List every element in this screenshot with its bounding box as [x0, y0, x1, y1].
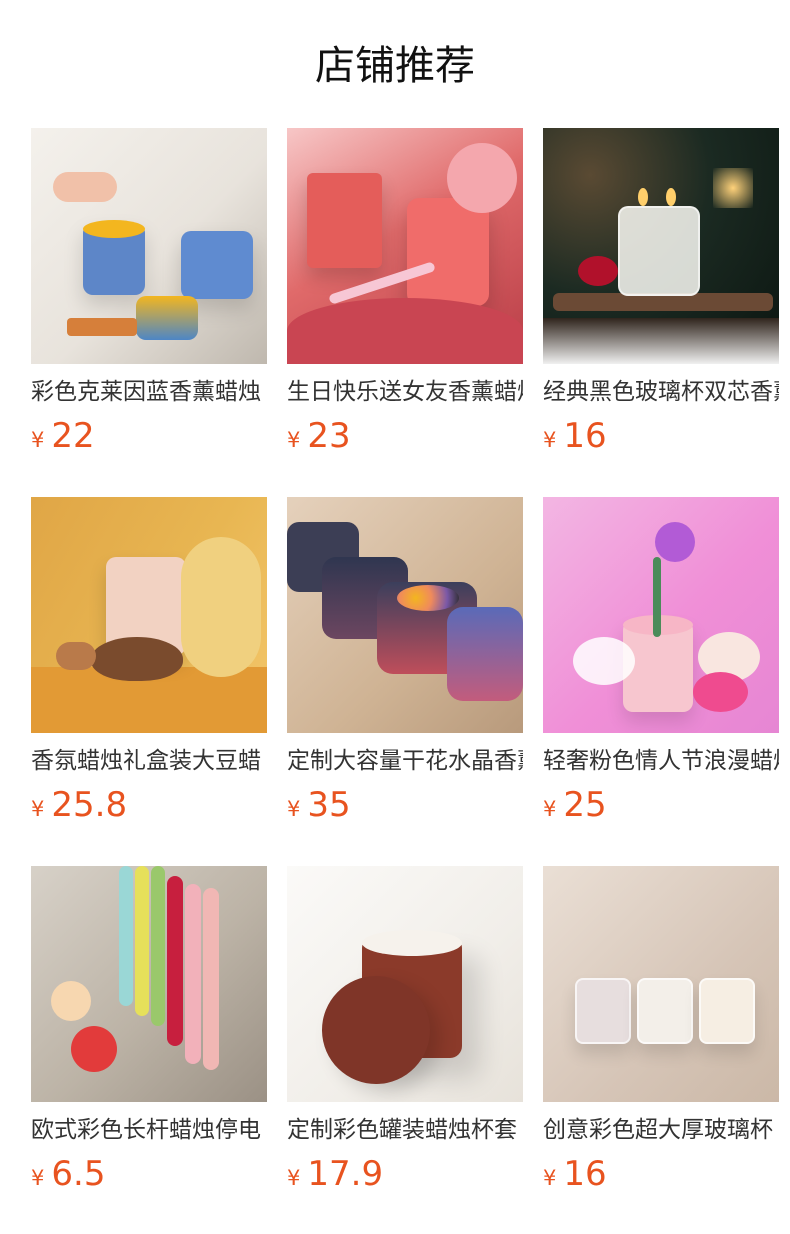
product-image[interactable] [287, 866, 523, 1102]
currency-symbol: ¥ [31, 428, 45, 452]
currency-symbol: ¥ [287, 428, 301, 452]
product-card[interactable]: 经典黑色玻璃杯双芯香薰 ¥16 [543, 128, 779, 456]
page-title: 店铺推荐 [315, 43, 475, 89]
product-price: ¥22 [31, 416, 95, 456]
product-name[interactable]: 经典黑色玻璃杯双芯香薰 [543, 376, 779, 408]
product-image[interactable] [31, 128, 267, 364]
currency-symbol: ¥ [543, 428, 557, 452]
product-price: ¥6.5 [31, 1154, 105, 1194]
product-image[interactable] [31, 497, 267, 733]
currency-symbol: ¥ [31, 797, 45, 821]
product-name[interactable]: 彩色克莱因蓝香薰蜡烛 [31, 376, 267, 408]
price-amount: 16 [563, 1154, 607, 1194]
price-amount: 25 [563, 785, 607, 825]
product-card[interactable]: 香氛蜡烛礼盒装大豆蜡 ¥25.8 [31, 497, 267, 825]
product-name[interactable]: 欧式彩色长杆蜡烛停电 [31, 1114, 267, 1146]
product-card[interactable]: 定制彩色罐装蜡烛杯套 ¥17.9 [287, 866, 523, 1194]
product-card[interactable]: 轻奢粉色情人节浪漫蜡烛 ¥25 [543, 497, 779, 825]
currency-symbol: ¥ [287, 1166, 301, 1190]
product-price: ¥25.8 [31, 785, 127, 825]
product-name[interactable]: 定制彩色罐装蜡烛杯套 [287, 1114, 523, 1146]
product-card[interactable]: 欧式彩色长杆蜡烛停电 ¥6.5 [31, 866, 267, 1194]
product-grid: 彩色克莱因蓝香薰蜡烛 ¥22 生日快乐送女友香薰蜡烛 ¥23 经典黑色玻璃杯双芯… [31, 128, 779, 1194]
product-price: ¥23 [287, 416, 351, 456]
product-name[interactable]: 轻奢粉色情人节浪漫蜡烛 [543, 745, 779, 777]
price-amount: 35 [307, 785, 351, 825]
product-price: ¥25 [543, 785, 607, 825]
price-amount: 6.5 [51, 1154, 106, 1194]
product-card[interactable]: 彩色克莱因蓝香薰蜡烛 ¥22 [31, 128, 267, 456]
product-price: ¥16 [543, 1154, 607, 1194]
product-name[interactable]: 定制大容量干花水晶香薰 [287, 745, 523, 777]
currency-symbol: ¥ [31, 1166, 45, 1190]
product-card[interactable]: 定制大容量干花水晶香薰 ¥35 [287, 497, 523, 825]
product-card[interactable]: 生日快乐送女友香薰蜡烛 ¥23 [287, 128, 523, 456]
product-card[interactable]: 创意彩色超大厚玻璃杯 ¥16 [543, 866, 779, 1194]
currency-symbol: ¥ [543, 797, 557, 821]
product-name[interactable]: 生日快乐送女友香薰蜡烛 [287, 376, 523, 408]
price-amount: 25.8 [51, 785, 128, 825]
product-price: ¥35 [287, 785, 351, 825]
currency-symbol: ¥ [287, 797, 301, 821]
product-image[interactable] [543, 128, 779, 364]
product-image[interactable] [543, 866, 779, 1102]
product-image[interactable] [31, 866, 267, 1102]
product-name[interactable]: 香氛蜡烛礼盒装大豆蜡 [31, 745, 267, 777]
currency-symbol: ¥ [543, 1166, 557, 1190]
price-amount: 16 [563, 416, 607, 456]
price-amount: 23 [307, 416, 351, 456]
product-image[interactable] [287, 128, 523, 364]
product-image[interactable] [287, 497, 523, 733]
price-amount: 22 [51, 416, 95, 456]
product-name[interactable]: 创意彩色超大厚玻璃杯 [543, 1114, 779, 1146]
price-amount: 17.9 [307, 1154, 384, 1194]
product-image[interactable] [543, 497, 779, 733]
product-price: ¥16 [543, 416, 607, 456]
product-price: ¥17.9 [287, 1154, 383, 1194]
